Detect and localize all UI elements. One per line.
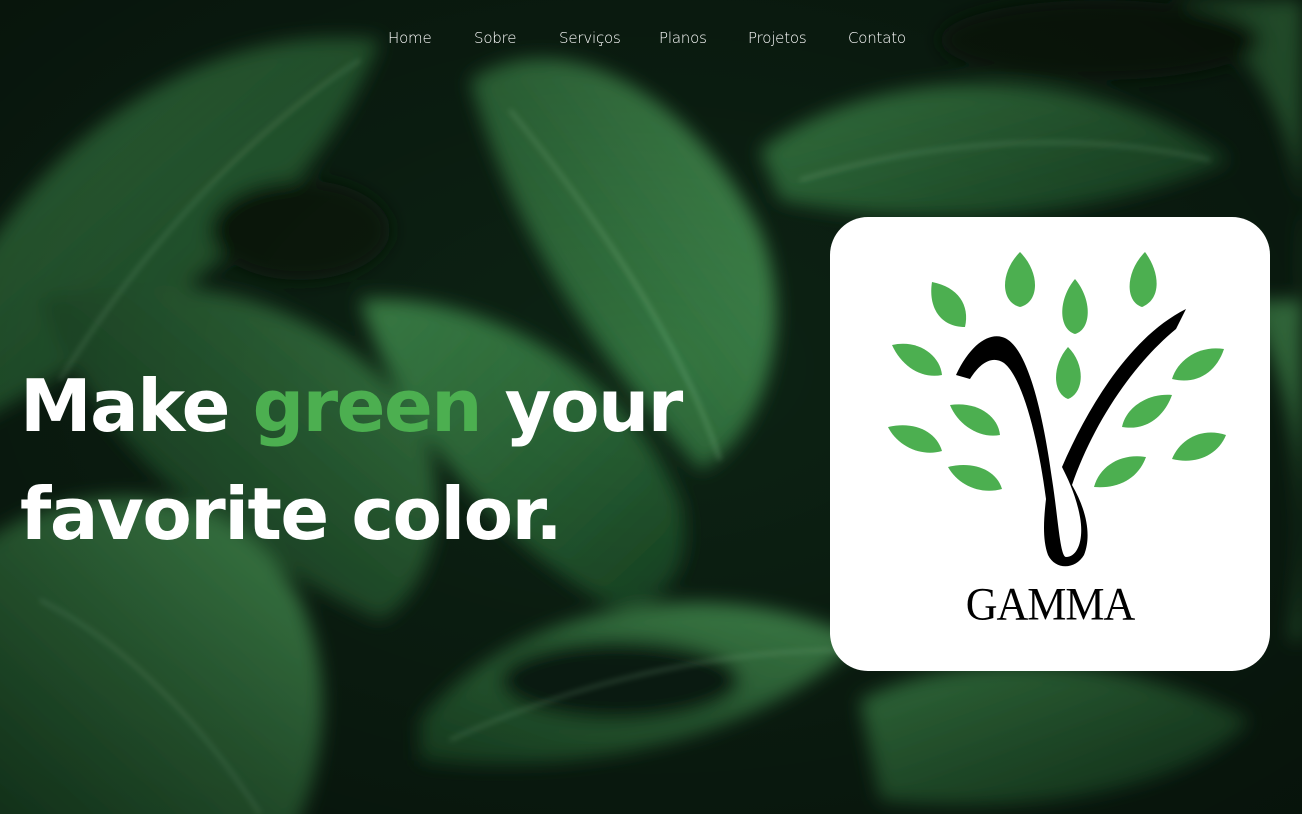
logo-card: GAMMA <box>830 217 1270 671</box>
hero-headline-part1: Make <box>20 364 253 448</box>
nav-link-contato[interactable]: Contato <box>848 29 906 47</box>
hero-headline-accent: green <box>252 364 483 448</box>
hero-headline: Make green your favorite color. <box>20 352 740 568</box>
nav-link-servicos[interactable]: Serviços <box>559 29 621 47</box>
nav-link-home[interactable]: Home <box>388 29 432 47</box>
nav-link-projetos[interactable]: Projetos <box>748 29 807 47</box>
main-navigation: Home Sobre Serviços Planos Projetos Cont… <box>0 0 1302 80</box>
nav-link-planos[interactable]: Planos <box>659 29 707 47</box>
page: Home Sobre Serviços Planos Projetos Cont… <box>0 0 1302 814</box>
logo-brand-text: GAMMA <box>965 578 1136 631</box>
nav-link-sobre[interactable]: Sobre <box>474 29 516 47</box>
